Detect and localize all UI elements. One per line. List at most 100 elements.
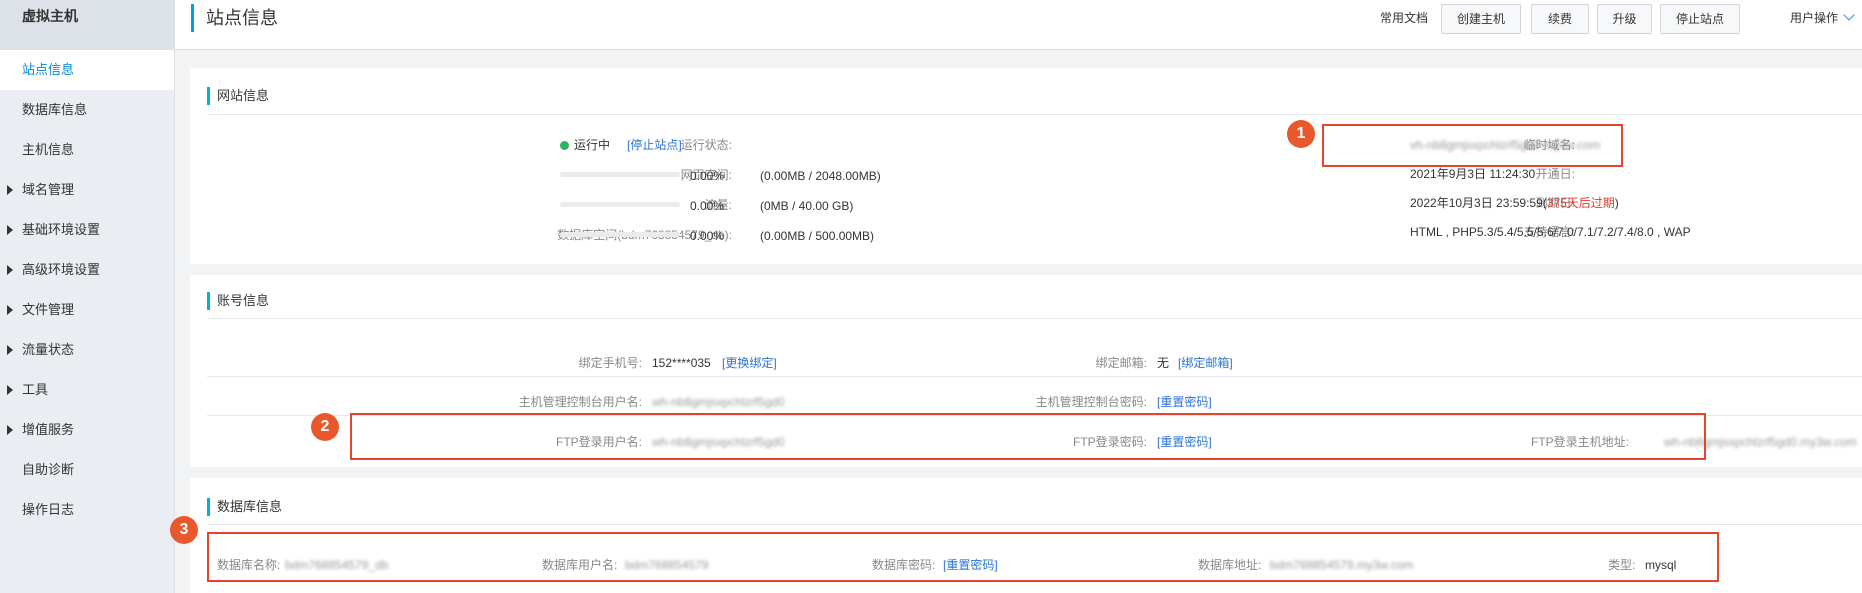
docs-link[interactable]: 常用文档	[1380, 8, 1428, 28]
caret-right-icon	[7, 265, 13, 275]
db-type-label: 类型:	[1608, 558, 1636, 572]
status-ok-icon	[560, 141, 569, 150]
create-host-button[interactable]: 创建主机	[1441, 4, 1521, 34]
ftp-host-value: wh-nb8gmjsxpchlzrf5gd0.my3w.com	[1664, 435, 1857, 449]
reset-console-pwd-link[interactable]: [重置密码]	[1157, 394, 1212, 410]
expire-date: 2022年10月3日 23:59:59(	[1410, 196, 1547, 210]
website-info-title: 网站信息	[207, 87, 269, 105]
divider	[207, 114, 1862, 115]
traffic-bar	[560, 202, 680, 207]
divider	[207, 376, 1862, 377]
sidebar-menu: 站点信息数据库信息主机信息域名管理基础环境设置 高级环境设置 文件管理流量状态工具增…	[0, 50, 174, 530]
database-info-title: 数据库信息	[207, 498, 282, 516]
sidebar-item-label: 站点信息	[22, 62, 75, 77]
ftp-user-label: FTP登录用户名:	[556, 435, 642, 449]
reset-db-pwd-link[interactable]: [重置密码]	[943, 557, 998, 573]
console-user-value: wh-nb8gmjsxpchlzrf5gd0	[652, 395, 785, 409]
page-title: 站点信息	[191, 4, 278, 32]
sidebar-item[interactable]: 高级环境设置	[0, 250, 174, 290]
renew-button[interactable]: 续费	[1531, 4, 1589, 34]
bind-email-link[interactable]: [绑定邮箱]	[1178, 355, 1233, 371]
db-space-usage: (0.00MB / 500.00MB)	[760, 229, 875, 243]
annotation-badge-2: 2	[311, 413, 339, 441]
sidebar-title: 虚拟主机	[0, 0, 174, 50]
caret-right-icon	[7, 385, 13, 395]
traffic-percent: 0.00%	[690, 199, 725, 213]
sidebar-item[interactable]: 域名管理	[0, 170, 174, 210]
sidebar-item[interactable]: 自助诊断	[0, 450, 174, 490]
sidebar-item-label: 文件管理	[22, 302, 75, 317]
temp-domain-value: vh-nb8gmjsxpchlzrf5gd0.my3w.com	[1410, 138, 1601, 152]
sidebar-item-label: 自助诊断	[22, 462, 75, 477]
expire-warning: 375天后过期	[1546, 196, 1615, 210]
db-pwd-label: 数据库密码:	[872, 558, 936, 572]
sidebar-item[interactable]: 基础环境设置	[0, 210, 174, 250]
annotation-badge-3: 3	[170, 516, 198, 544]
open-date-label: 开通日:	[1535, 167, 1575, 181]
web-space-bar	[560, 172, 680, 177]
account-info-title: 账号信息	[207, 292, 269, 310]
status-text: 运行中	[574, 138, 611, 152]
divider	[207, 318, 1862, 319]
stop-site-link[interactable]: [停止站点]	[627, 137, 682, 153]
sidebar-item-label: 域名管理	[22, 182, 75, 197]
db-user-value: bdm768854579	[625, 558, 709, 572]
account-info-panel: 账号信息 绑定手机号: 152****035 [更换绑定] 绑定邮箱: 无 [绑…	[190, 275, 1862, 467]
ftp-host-label: FTP登录主机地址:	[1531, 435, 1629, 449]
stop-site-button[interactable]: 停止站点	[1660, 4, 1740, 34]
sidebar-item-label: 基础环境设置	[22, 222, 101, 237]
sidebar-item-label: 增值服务	[22, 422, 75, 437]
status-value: 运行中	[560, 137, 610, 153]
caret-right-icon	[7, 345, 13, 355]
traffic-usage: (0MB / 40.00 GB)	[760, 199, 854, 213]
sidebar-item-label: 流量状态	[22, 342, 75, 357]
sidebar-item-label: 高级环境设置	[22, 262, 101, 277]
email-label: 绑定邮箱:	[1095, 356, 1147, 370]
chevron-down-icon	[1843, 9, 1855, 21]
open-date-value: 2021年9月3日 11:24:30	[1410, 167, 1536, 181]
website-info-panel: 网站信息 运行状态: 运行中 [停止站点] 网页空间: 0.00% (0.00M…	[190, 68, 1862, 264]
sidebar-item[interactable]: 站点信息	[0, 50, 174, 90]
divider	[207, 524, 1862, 525]
db-type-value: mysql	[1645, 558, 1677, 572]
phone-value: 152****035	[652, 356, 711, 370]
reset-ftp-pwd-link[interactable]: [重置密码]	[1157, 434, 1212, 450]
web-space-percent: 0.00%	[690, 169, 725, 183]
sidebar-item[interactable]: 操作日志	[0, 490, 174, 530]
sidebar-item-label: 主机信息	[22, 142, 75, 157]
change-phone-link[interactable]: [更换绑定]	[722, 355, 777, 371]
caret-right-icon	[7, 225, 13, 235]
ftp-user-value: wh-nb8gmjsxpchlzrf5gd0	[652, 435, 785, 449]
db-space-bar	[560, 232, 680, 237]
ftp-pwd-label: FTP登录密码:	[1073, 435, 1147, 449]
sidebar-item[interactable]: 主机信息	[0, 130, 174, 170]
console-user-label: 主机管理控制台用户名:	[518, 395, 642, 409]
status-label: 运行状态:	[680, 138, 732, 152]
sidebar-item[interactable]: 数据库信息	[0, 90, 174, 130]
caret-right-icon	[7, 185, 13, 195]
db-space-percent: 0.00%	[690, 229, 725, 243]
languages-value: HTML , PHP5.3/5.4/5.5/5.6/7.0/7.1/7.2/7.…	[1410, 225, 1691, 239]
sidebar-item[interactable]: 工具	[0, 370, 174, 410]
sidebar-item-label: 数据库信息	[22, 102, 88, 117]
sidebar: 虚拟主机 站点信息数据库信息主机信息域名管理基础环境设置 高级环境设置 文件管理流量…	[0, 0, 175, 593]
email-value: 无	[1157, 356, 1170, 370]
sidebar-item[interactable]: 文件管理	[0, 290, 174, 330]
annotation-badge-1: 1	[1287, 120, 1315, 148]
sidebar-item-label: 工具	[22, 382, 49, 397]
caret-right-icon	[7, 305, 13, 315]
sidebar-item[interactable]: 流量状态	[0, 330, 174, 370]
expire-value: 2022年10月3日 23:59:59(375天后过期)	[1410, 195, 1619, 211]
caret-right-icon	[7, 425, 13, 435]
expire-close: )	[1614, 196, 1619, 210]
upgrade-button[interactable]: 升级	[1597, 4, 1652, 34]
user-menu[interactable]: 用户操作	[1790, 8, 1855, 28]
sidebar-item-label: 操作日志	[22, 502, 75, 517]
user-menu-label: 用户操作	[1790, 11, 1839, 25]
sidebar-item[interactable]: 增值服务	[0, 410, 174, 450]
top-header: 站点信息 常用文档 创建主机 续费 升级 停止站点 用户操作	[175, 0, 1862, 50]
db-user-label: 数据库用户名:	[542, 558, 618, 572]
console-pwd-label: 主机管理控制台密码:	[1035, 395, 1147, 409]
db-addr-value: bdm768854579.my3w.com	[1270, 558, 1414, 572]
db-name-value: bdm768854579_db	[285, 558, 389, 572]
